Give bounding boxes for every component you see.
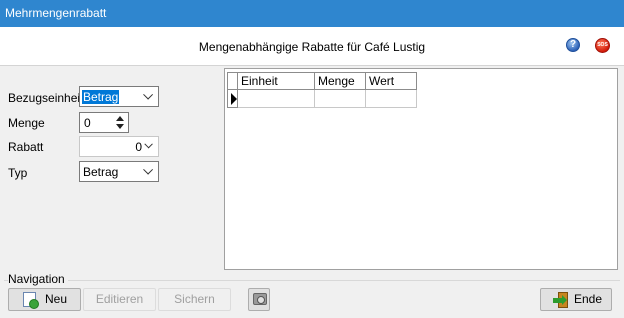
cell-menge[interactable]	[314, 89, 366, 108]
row-header-corner	[227, 72, 238, 90]
cell-wert[interactable]	[365, 89, 417, 108]
edit-button-label: Editieren	[95, 292, 144, 306]
edit-button[interactable]: Editieren	[83, 288, 156, 311]
column-header-einheit[interactable]: Einheit	[237, 72, 315, 90]
sos-icon[interactable]: SOS	[595, 38, 610, 53]
bezugseinheit-value: Betrag	[82, 90, 120, 104]
menge-value: 0	[84, 116, 91, 130]
window-title: Mehrmengenrabatt	[5, 6, 107, 20]
column-header-menge[interactable]: Menge	[314, 72, 366, 90]
save-button[interactable]: Sichern	[158, 288, 231, 311]
bezugseinheit-label: Bezugseinheit	[8, 91, 84, 105]
typ-select[interactable]: Betrag	[79, 161, 159, 182]
typ-label: Typ	[8, 166, 28, 180]
rabatt-label: Rabatt	[8, 140, 44, 154]
help-icon[interactable]: ?	[566, 38, 580, 52]
page-title: Mengenabhängige Rabatte für Café Lustig	[198, 40, 426, 54]
discount-grid[interactable]: Einheit Menge Wert	[227, 72, 417, 108]
rabatt-input[interactable]: 0	[79, 136, 159, 157]
chevron-down-icon[interactable]	[143, 164, 154, 175]
rabatt-value: 0	[135, 140, 142, 154]
cell-einheit[interactable]	[237, 89, 315, 108]
navigation-label: Navigation	[8, 272, 68, 286]
form-panel: Bezugseinheit Betrag Menge 0 Rabatt 0 Ty…	[0, 66, 220, 270]
spin-up-icon[interactable]	[116, 116, 124, 121]
camera-button[interactable]	[248, 288, 270, 311]
navigation-divider	[4, 280, 620, 281]
new-document-icon	[23, 292, 39, 309]
header-bar: Mengenabhängige Rabatte für Café Lustig …	[0, 27, 624, 66]
typ-value: Betrag	[83, 165, 119, 179]
exit-button[interactable]: Ende	[540, 288, 612, 311]
chevron-down-icon[interactable]	[143, 89, 154, 100]
new-button[interactable]: Neu	[8, 288, 81, 311]
new-button-label: Neu	[45, 292, 68, 306]
camera-icon	[253, 293, 267, 305]
navigation-group: Navigation Neu Editieren Sichern Ende	[0, 272, 624, 318]
table-row[interactable]	[227, 89, 417, 108]
exit-button-label: Ende	[574, 292, 603, 306]
window-titlebar: Mehrmengenrabatt	[0, 0, 624, 27]
save-button-label: Sichern	[174, 292, 215, 306]
bezugseinheit-select[interactable]: Betrag	[79, 86, 159, 107]
menge-stepper[interactable]: 0	[79, 112, 129, 133]
row-pointer-icon	[231, 92, 237, 105]
discount-grid-panel: Einheit Menge Wert	[224, 68, 618, 270]
exit-door-icon	[553, 292, 569, 308]
grid-header-row: Einheit Menge Wert	[227, 72, 417, 90]
chevron-down-icon[interactable]	[144, 139, 153, 149]
column-header-wert[interactable]: Wert	[365, 72, 417, 90]
row-selector[interactable]	[227, 89, 238, 108]
menge-label: Menge	[8, 116, 45, 130]
spin-down-icon[interactable]	[116, 124, 124, 129]
